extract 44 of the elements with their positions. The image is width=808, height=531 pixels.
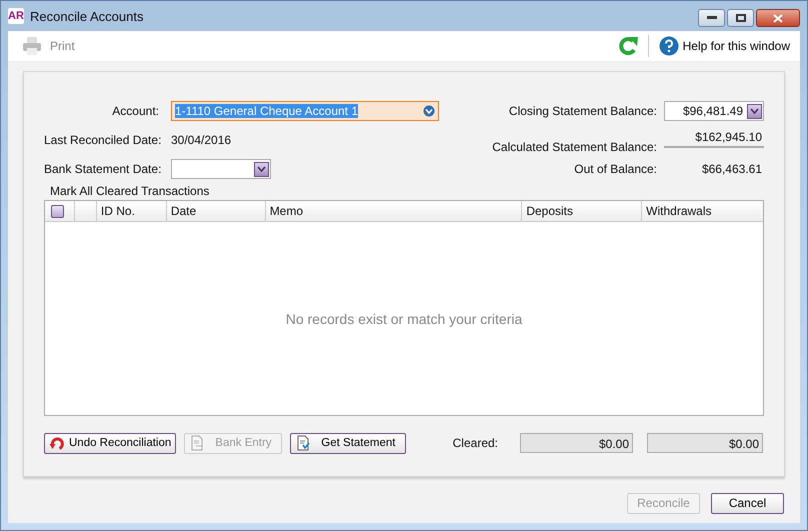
undo-icon bbox=[49, 435, 65, 451]
printer-icon bbox=[22, 37, 42, 55]
refresh-icon[interactable] bbox=[618, 36, 640, 56]
field-value: $66,463.61 bbox=[700, 162, 763, 176]
action-button[interactable]: Undo Reconciliation bbox=[44, 432, 176, 454]
field-label: Cleared: bbox=[452, 436, 498, 450]
dropdown-icon bbox=[750, 108, 759, 114]
field-value: 30/04/2016 bbox=[171, 133, 232, 147]
maximize-button[interactable] bbox=[727, 9, 754, 27]
app-logo: AR bbox=[8, 8, 24, 24]
field-label: Calculated Statement Balance: bbox=[492, 140, 657, 156]
dropdown-icon bbox=[257, 166, 266, 172]
field-label: Closing Statement Balance: bbox=[508, 104, 657, 118]
field-value: $96,481.49 bbox=[682, 104, 743, 118]
column-header[interactable]: ID No. bbox=[100, 204, 135, 218]
field-label: Bank Statement Date: bbox=[44, 162, 159, 176]
minimize-button[interactable] bbox=[698, 9, 725, 27]
balance-field[interactable]: $96,481.49 bbox=[664, 101, 764, 121]
help-icon bbox=[658, 36, 679, 56]
dropdown-icon bbox=[423, 105, 435, 117]
column-header[interactable]: Date bbox=[170, 204, 196, 218]
dialog-button[interactable]: Cancel bbox=[711, 492, 784, 514]
action-button[interactable]: Get Statement bbox=[290, 432, 406, 454]
section-label: Mark All Cleared Transactions bbox=[50, 184, 210, 198]
field-label: Last Reconciled Date: bbox=[44, 133, 159, 147]
field-value: $162,945.10 bbox=[664, 130, 764, 148]
checkbox[interactable] bbox=[51, 204, 64, 218]
column-header[interactable]: Deposits bbox=[526, 204, 574, 218]
close-icon bbox=[773, 14, 783, 22]
column-header[interactable]: Withdrawals bbox=[646, 204, 712, 218]
help-button[interactable]: Help for this window bbox=[656, 34, 792, 58]
document-icon bbox=[295, 435, 312, 451]
close-button[interactable] bbox=[756, 9, 800, 27]
total-field: $0.00 bbox=[647, 433, 763, 453]
minimize-icon bbox=[706, 16, 716, 20]
maximize-icon bbox=[736, 14, 746, 22]
empty-message: No records exist or match your criteria bbox=[286, 310, 522, 326]
field-label: Out of Balance: bbox=[573, 162, 657, 176]
column-header[interactable]: Memo bbox=[270, 204, 304, 218]
date-field[interactable] bbox=[171, 159, 271, 179]
window-title: Reconcile Accounts bbox=[30, 8, 144, 24]
total-field: $0.00 bbox=[520, 433, 633, 453]
field-label: Account: bbox=[111, 104, 159, 118]
document-icon bbox=[189, 435, 206, 451]
